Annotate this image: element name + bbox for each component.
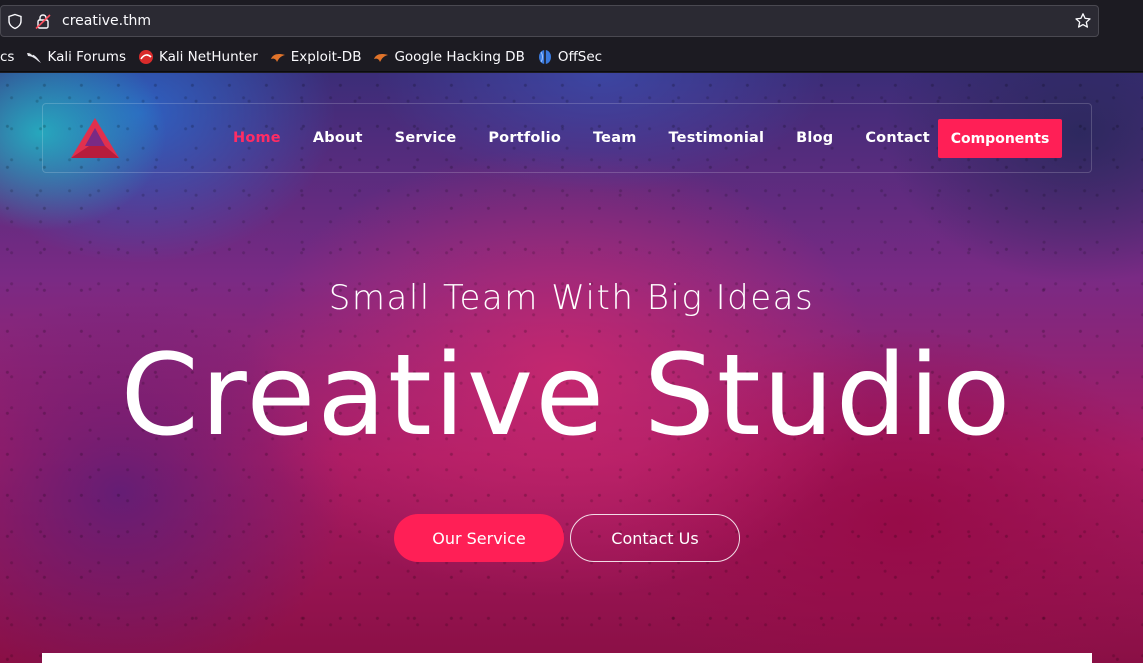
contact-us-button[interactable]: Contact Us bbox=[570, 514, 740, 562]
url-text[interactable]: creative.thm bbox=[62, 13, 151, 29]
hero-subtitle: Small Team With Big Ideas bbox=[328, 278, 815, 318]
nav-portfolio[interactable]: Portfolio bbox=[488, 130, 561, 146]
content-card-edge bbox=[42, 653, 1092, 663]
bookmark-label: cs bbox=[0, 48, 15, 65]
page-hero: Home About Service Portfolio Team Testim… bbox=[0, 73, 1143, 663]
bookmark-cs[interactable]: cs bbox=[0, 49, 14, 65]
components-button[interactable]: Components bbox=[938, 119, 1062, 158]
bookmark-offsec[interactable]: OffSec bbox=[537, 49, 602, 65]
offsec-icon bbox=[538, 49, 551, 64]
nav-home[interactable]: Home bbox=[233, 130, 281, 146]
site-navbar: Home About Service Portfolio Team Testim… bbox=[42, 103, 1092, 173]
bookmark-google-hacking-db[interactable]: Google Hacking DB bbox=[373, 48, 525, 65]
kali-dragon-icon bbox=[27, 51, 42, 63]
our-service-button[interactable]: Our Service bbox=[394, 514, 564, 562]
shield-icon[interactable] bbox=[7, 13, 23, 30]
bookmark-label: OffSec bbox=[557, 48, 603, 65]
hero-title: Creative Studio bbox=[120, 331, 1013, 461]
nav-contact[interactable]: Contact bbox=[865, 130, 930, 146]
nav-team[interactable]: Team bbox=[593, 130, 637, 146]
logo-icon[interactable] bbox=[69, 116, 121, 160]
ghdb-icon bbox=[374, 53, 389, 62]
nav-menu: Home About Service Portfolio Team Testim… bbox=[233, 104, 962, 172]
bookmark-kali-forums[interactable]: Kali Forums bbox=[26, 49, 126, 65]
bookmark-exploit-db[interactable]: Exploit-DB bbox=[270, 48, 362, 65]
bookmarks-toolbar: cs Kali Forums Kali NetHunter Exploit-DB… bbox=[0, 42, 1143, 72]
nethunter-icon bbox=[138, 49, 153, 64]
nav-testimonial[interactable]: Testimonial bbox=[669, 130, 765, 146]
bookmark-label: Exploit-DB bbox=[290, 48, 362, 65]
bookmark-star-icon[interactable] bbox=[1074, 12, 1092, 30]
nav-about[interactable]: About bbox=[313, 130, 363, 146]
address-bar[interactable]: creative.thm bbox=[0, 5, 1099, 37]
exploit-db-icon bbox=[270, 53, 285, 62]
bookmark-label: Kali NetHunter bbox=[158, 48, 258, 65]
nav-blog[interactable]: Blog bbox=[796, 130, 833, 146]
insecure-lock-icon[interactable] bbox=[35, 13, 51, 30]
nav-service[interactable]: Service bbox=[395, 130, 457, 146]
bookmark-kali-nethunter[interactable]: Kali NetHunter bbox=[138, 49, 258, 65]
bookmark-label: Kali Forums bbox=[47, 48, 126, 65]
browser-toolbar: creative.thm bbox=[0, 0, 1143, 42]
bookmark-label: Google Hacking DB bbox=[394, 48, 525, 65]
